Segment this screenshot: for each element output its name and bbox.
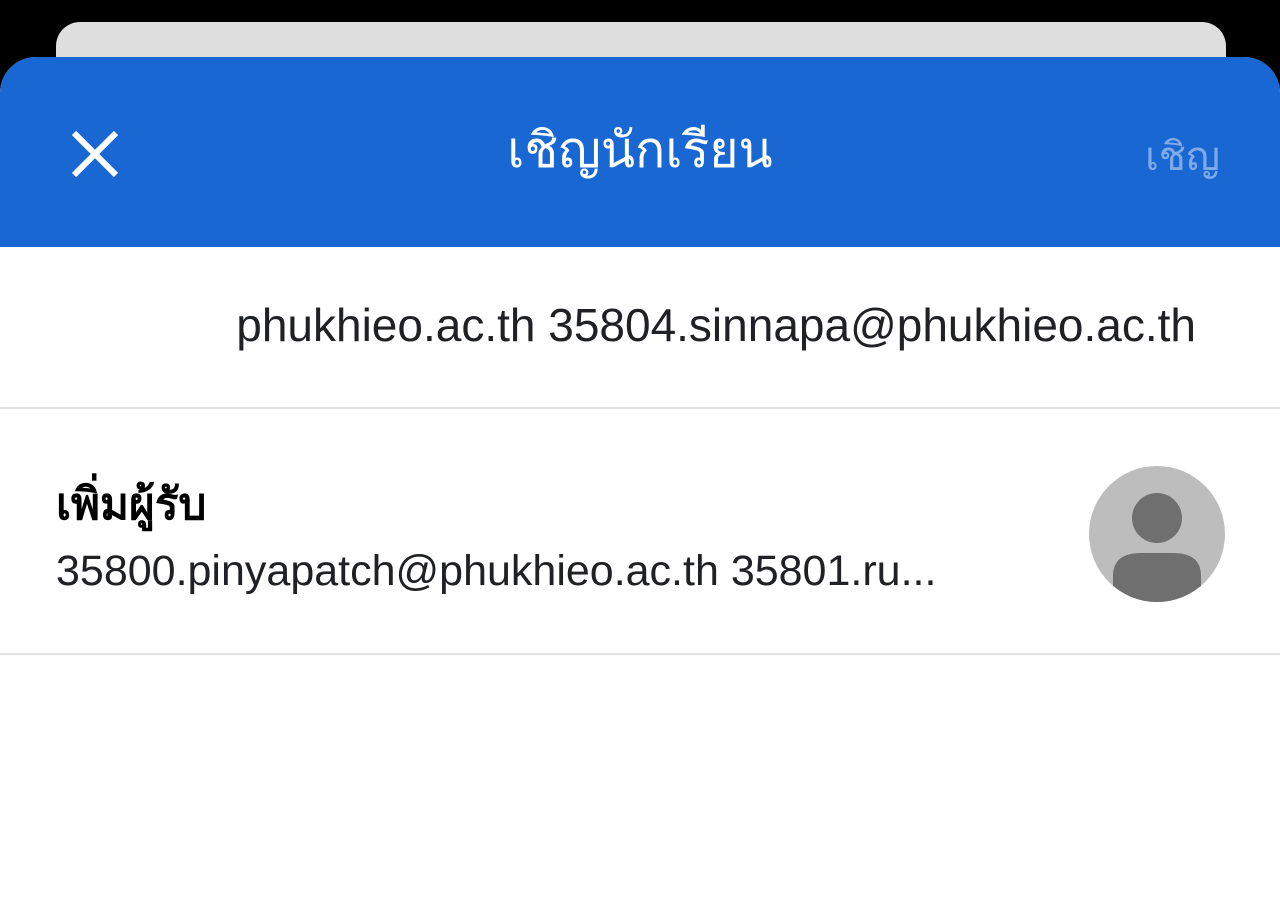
add-recipient-suggestion[interactable]: เพิ่มผู้รับ 35800.pinyapatch@phukhieo.ac… bbox=[0, 409, 1280, 655]
app-bar: เชิญนักเรียน เชิญ bbox=[0, 57, 1280, 247]
invite-button[interactable]: เชิญ bbox=[1145, 127, 1220, 187]
person-avatar-icon bbox=[1089, 466, 1225, 602]
suggestion-title: เพิ่มผู้รับ bbox=[56, 479, 207, 530]
invite-students-sheet: เชิญนักเรียน เชิญ phukhieo.ac.th 35804.s… bbox=[0, 57, 1280, 919]
close-button[interactable] bbox=[62, 121, 128, 187]
recipients-input[interactable]: phukhieo.ac.th 35804.sinnapa@phukhieo.ac… bbox=[0, 247, 1280, 409]
recipients-input-viewport: phukhieo.ac.th 35804.sinnapa@phukhieo.ac… bbox=[50, 247, 1280, 407]
recipients-input-text: phukhieo.ac.th 35804.sinnapa@phukhieo.ac… bbox=[236, 299, 1196, 351]
close-icon bbox=[71, 130, 119, 178]
page-title: เชิญนักเรียน bbox=[507, 121, 773, 179]
suggestion-recipients: 35800.pinyapatch@phukhieo.ac.th 35801.ru… bbox=[56, 547, 937, 595]
